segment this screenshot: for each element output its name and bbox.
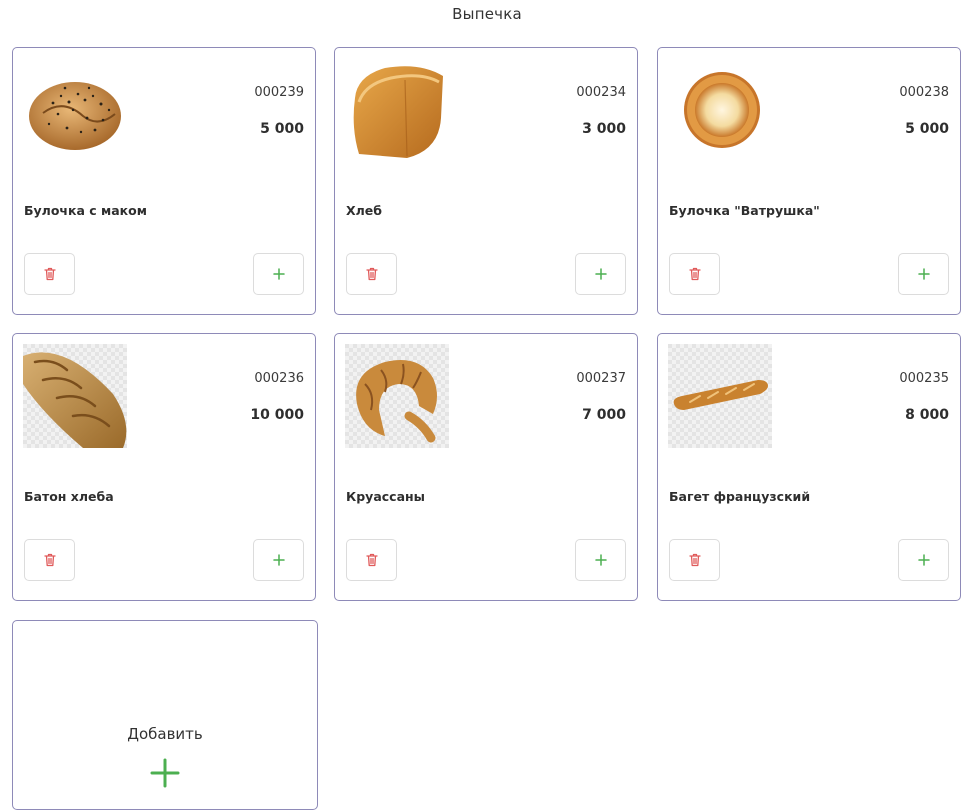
- product-code: 000236: [254, 371, 304, 386]
- add-product-label: Добавить: [127, 725, 203, 743]
- product-code: 000239: [254, 85, 304, 100]
- product-name: Круассаны: [346, 489, 425, 504]
- add-to-cart-button[interactable]: [898, 539, 949, 581]
- product-card[interactable]: 000236 10 000 Батон хлеба: [12, 333, 316, 601]
- product-code: 000234: [576, 85, 626, 100]
- delete-button[interactable]: [24, 253, 75, 295]
- add-to-cart-button[interactable]: [575, 253, 626, 295]
- trash-icon: [43, 267, 56, 281]
- bread-loaf-image: [345, 58, 449, 162]
- baton-image: [23, 344, 127, 448]
- add-to-cart-button[interactable]: [575, 539, 626, 581]
- plus-icon: [594, 554, 607, 566]
- plus-icon: [917, 268, 930, 280]
- plus-icon: [917, 554, 930, 566]
- add-to-cart-button[interactable]: [253, 539, 304, 581]
- product-name: Багет французский: [669, 489, 811, 504]
- trash-icon: [688, 553, 701, 567]
- plus-icon: [272, 554, 285, 566]
- product-card[interactable]: 000235 8 000 Багет французский: [657, 333, 961, 601]
- delete-button[interactable]: [346, 253, 397, 295]
- product-name: Булочка с маком: [24, 203, 147, 218]
- product-code: 000238: [899, 85, 949, 100]
- product-name: Булочка "Ватрушка": [669, 203, 820, 218]
- plus-icon: [150, 758, 180, 792]
- product-price: 10 000: [250, 407, 304, 423]
- product-name: Батон хлеба: [24, 489, 114, 504]
- add-to-cart-button[interactable]: [253, 253, 304, 295]
- product-card[interactable]: 000234 3 000 Хлеб: [334, 47, 638, 315]
- product-price: 5 000: [260, 121, 304, 137]
- product-code: 000235: [899, 371, 949, 386]
- trash-icon: [688, 267, 701, 281]
- baguette-image: [668, 344, 772, 448]
- delete-button[interactable]: [669, 253, 720, 295]
- vatrushka-image: [668, 58, 772, 162]
- product-code: 000237: [576, 371, 626, 386]
- page-title: Выпечка: [452, 5, 522, 23]
- croissant-image: [345, 344, 449, 448]
- product-price: 8 000: [905, 407, 949, 423]
- trash-icon: [365, 553, 378, 567]
- product-price: 3 000: [582, 121, 626, 137]
- trash-icon: [365, 267, 378, 281]
- product-price: 7 000: [582, 407, 626, 423]
- add-product-card[interactable]: Добавить: [12, 620, 318, 810]
- delete-button[interactable]: [346, 539, 397, 581]
- product-card[interactable]: 000237 7 000 Круассаны: [334, 333, 638, 601]
- product-name: Хлеб: [346, 203, 382, 218]
- product-price: 5 000: [905, 121, 949, 137]
- trash-icon: [43, 553, 56, 567]
- plus-icon: [272, 268, 285, 280]
- product-card[interactable]: 000238 5 000 Булочка "Ватрушка": [657, 47, 961, 315]
- add-to-cart-button[interactable]: [898, 253, 949, 295]
- plus-icon: [594, 268, 607, 280]
- product-card[interactable]: 000239 5 000 Булочка с маком: [12, 47, 316, 315]
- delete-button[interactable]: [24, 539, 75, 581]
- poppy-bun-image: [23, 58, 127, 162]
- delete-button[interactable]: [669, 539, 720, 581]
